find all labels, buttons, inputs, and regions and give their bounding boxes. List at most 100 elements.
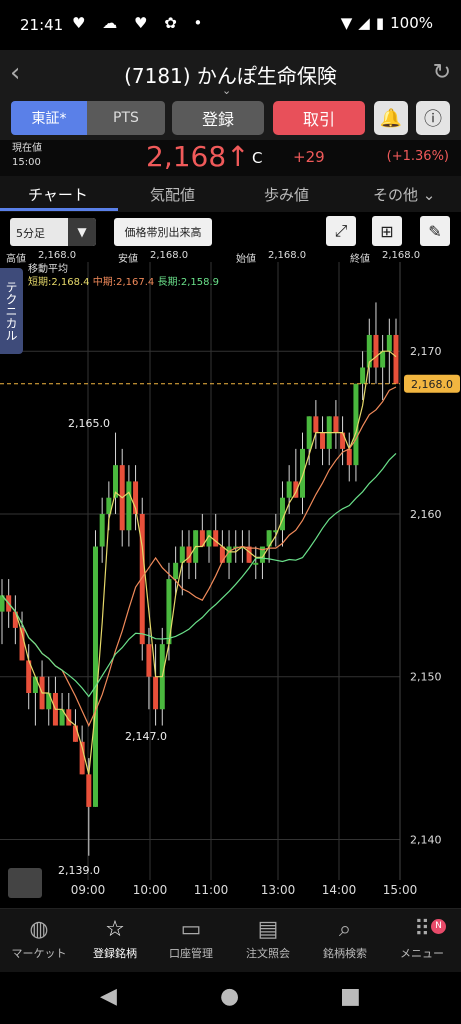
candle-body [126, 481, 132, 531]
tab-trades[interactable]: 歩み値 [264, 184, 309, 205]
candle-body [286, 481, 292, 498]
chart-toolbar: 5分足 ▼ 価格帯別出来高 ⤢ ⊞ ✎ [0, 212, 461, 250]
tab-bar: チャート 気配値 歩み値 その他 ⌄ [0, 176, 461, 212]
candle-body [146, 644, 152, 677]
draw-tool-icon [8, 868, 42, 898]
candle-body [32, 676, 38, 693]
nav-orders-label: 注文照会 [246, 947, 290, 960]
nav-search[interactable]: ⌕ 銘柄検索 [306, 915, 384, 961]
candle-body [99, 513, 105, 547]
candle-body [346, 448, 352, 466]
nav-menu-label: メニュー [400, 947, 444, 960]
nav-account[interactable]: ▭ 口座管理 [152, 915, 230, 961]
chevron-down-icon[interactable]: ⌄ [222, 84, 231, 97]
globe-icon: ◍ [29, 917, 49, 942]
candle-body [306, 416, 312, 449]
market-tse-button[interactable]: 東証* [11, 101, 87, 135]
battery-level: 100% [390, 14, 433, 32]
ma-mid: 中期:2,167.4 [92, 277, 155, 288]
nav-market[interactable]: ◍ マーケット [0, 915, 78, 961]
market-pts-button[interactable]: PTS [87, 101, 165, 135]
current-price: 2,168↑ [146, 140, 250, 173]
tab-chart[interactable]: チャート [28, 184, 88, 205]
candle-body [373, 334, 379, 368]
title-bar: ‹ (7181) かんぽ生命保険 ⌄ ↻ [0, 50, 461, 98]
dropdown-arrow-icon: ▼ [68, 218, 96, 246]
low-value: 2,168.0 [150, 250, 189, 261]
current-price-label: 現在値 [12, 143, 42, 154]
grid-icon: ⠿ [413, 917, 431, 942]
candle-body [380, 351, 386, 368]
new-badge: N [431, 919, 446, 934]
refresh-icon[interactable]: ↻ [433, 60, 451, 85]
y-tick-label: 2,170 [410, 345, 442, 358]
nav-orders[interactable]: ▤ 注文照会 [229, 915, 307, 961]
interval-select[interactable]: 5分足 ▼ [10, 218, 96, 246]
pencil-icon[interactable]: ✎ [420, 216, 450, 246]
nav-watchlist-label: 登録銘柄 [93, 947, 137, 960]
home-icon[interactable]: ● [220, 984, 239, 1009]
trade-button[interactable]: 取引 [273, 101, 365, 135]
ma-long-line [1, 452, 397, 698]
clock: 21:41 [20, 16, 64, 34]
star-icon: ☆ [105, 917, 125, 942]
candle-body [246, 546, 252, 563]
nav-account-label: 口座管理 [169, 947, 213, 960]
technical-tab[interactable]: テクニカル [0, 268, 23, 354]
price-annotation: 2,147.0 [125, 730, 167, 743]
candle-body [72, 725, 78, 742]
status-bar: 21:41 ♥ ☁ ♥ ✿ • ▼ ◢ ▮ 100% [0, 0, 461, 50]
price-bar: 現在値 15:00 2,168↑ C +29 (+1.36%) [0, 140, 461, 176]
recents-icon[interactable]: ■ [340, 984, 361, 1009]
candle-body [173, 562, 179, 580]
nav-search-label: 銘柄検索 [323, 947, 367, 960]
price-time: 15:00 [12, 157, 41, 168]
tab-indicator [0, 208, 118, 211]
notification-icons: ♥ ☁ ♥ ✿ • [72, 14, 209, 32]
nav-watchlist[interactable]: ☆ 登録銘柄 [76, 915, 154, 961]
close-flag: C [252, 149, 263, 167]
price-annotation: 2,139.0 [58, 864, 100, 877]
candle-body [92, 546, 98, 807]
current-price-tag-label: 2,168.0 [411, 378, 453, 391]
fullscreen-icon[interactable]: ⤢ [326, 216, 356, 246]
register-button[interactable]: 登録 [172, 101, 264, 135]
document-icon: ▤ [257, 917, 279, 942]
wifi-icon: ▼ [340, 14, 353, 32]
close-value: 2,168.0 [382, 250, 421, 261]
high-value: 2,168.0 [38, 250, 77, 261]
candle-body [340, 432, 346, 449]
volume-by-price-button[interactable]: 価格帯別出来高 [114, 218, 212, 246]
price-change-percent: (+1.36%) [386, 149, 449, 164]
system-status: ▼ ◢ ▮ 100% [341, 14, 433, 32]
candle-body [300, 448, 306, 498]
x-tick-label: 15:00 [383, 883, 418, 897]
candle-body [313, 416, 319, 433]
back-icon[interactable]: ◀ [100, 984, 117, 1009]
ma-title: 移動平均 [28, 264, 68, 275]
candlestick-chart[interactable]: 2,170 2,160 2,150 2,140 09:00 10:00 11:00 13:00… [0, 262, 461, 908]
signal-icon: ◢ [358, 14, 370, 32]
battery-icon: ▮ [375, 14, 385, 32]
nav-menu[interactable]: ⠿ メニュー N [383, 915, 461, 961]
candle-body [320, 432, 326, 449]
ma-mid-line [1, 386, 397, 727]
candle-body [46, 692, 52, 710]
layout-grid-icon[interactable]: ⊞ [372, 216, 402, 246]
candle-body [153, 676, 159, 710]
tab-quotes[interactable]: 気配値 [150, 184, 195, 205]
tab-other[interactable]: その他 ⌄ [373, 184, 435, 205]
up-arrow-icon: ↑ [226, 140, 250, 173]
system-nav: ◀ ● ■ [0, 972, 461, 1024]
bottom-nav: ◍ マーケット ☆ 登録銘柄 ▭ 口座管理 ▤ 注文照会 ⌕ 銘柄検索 ⠿ メニュー N [0, 908, 461, 972]
info-icon[interactable]: ⓘ [416, 101, 450, 135]
moving-average-legend: 移動平均 短期:2,168.4 中期:2,167.4 長期:2,158.9 [28, 263, 219, 289]
candle-body [386, 334, 392, 352]
candle-body [333, 416, 339, 433]
y-tick-label: 2,140 [410, 833, 442, 846]
x-tick-label: 11:00 [194, 883, 229, 897]
y-tick-label: 2,150 [410, 671, 442, 684]
price-label: 現在値 15:00 [12, 142, 42, 170]
bell-icon[interactable]: 🔔 [374, 101, 408, 135]
price-change: +29 [293, 148, 325, 166]
